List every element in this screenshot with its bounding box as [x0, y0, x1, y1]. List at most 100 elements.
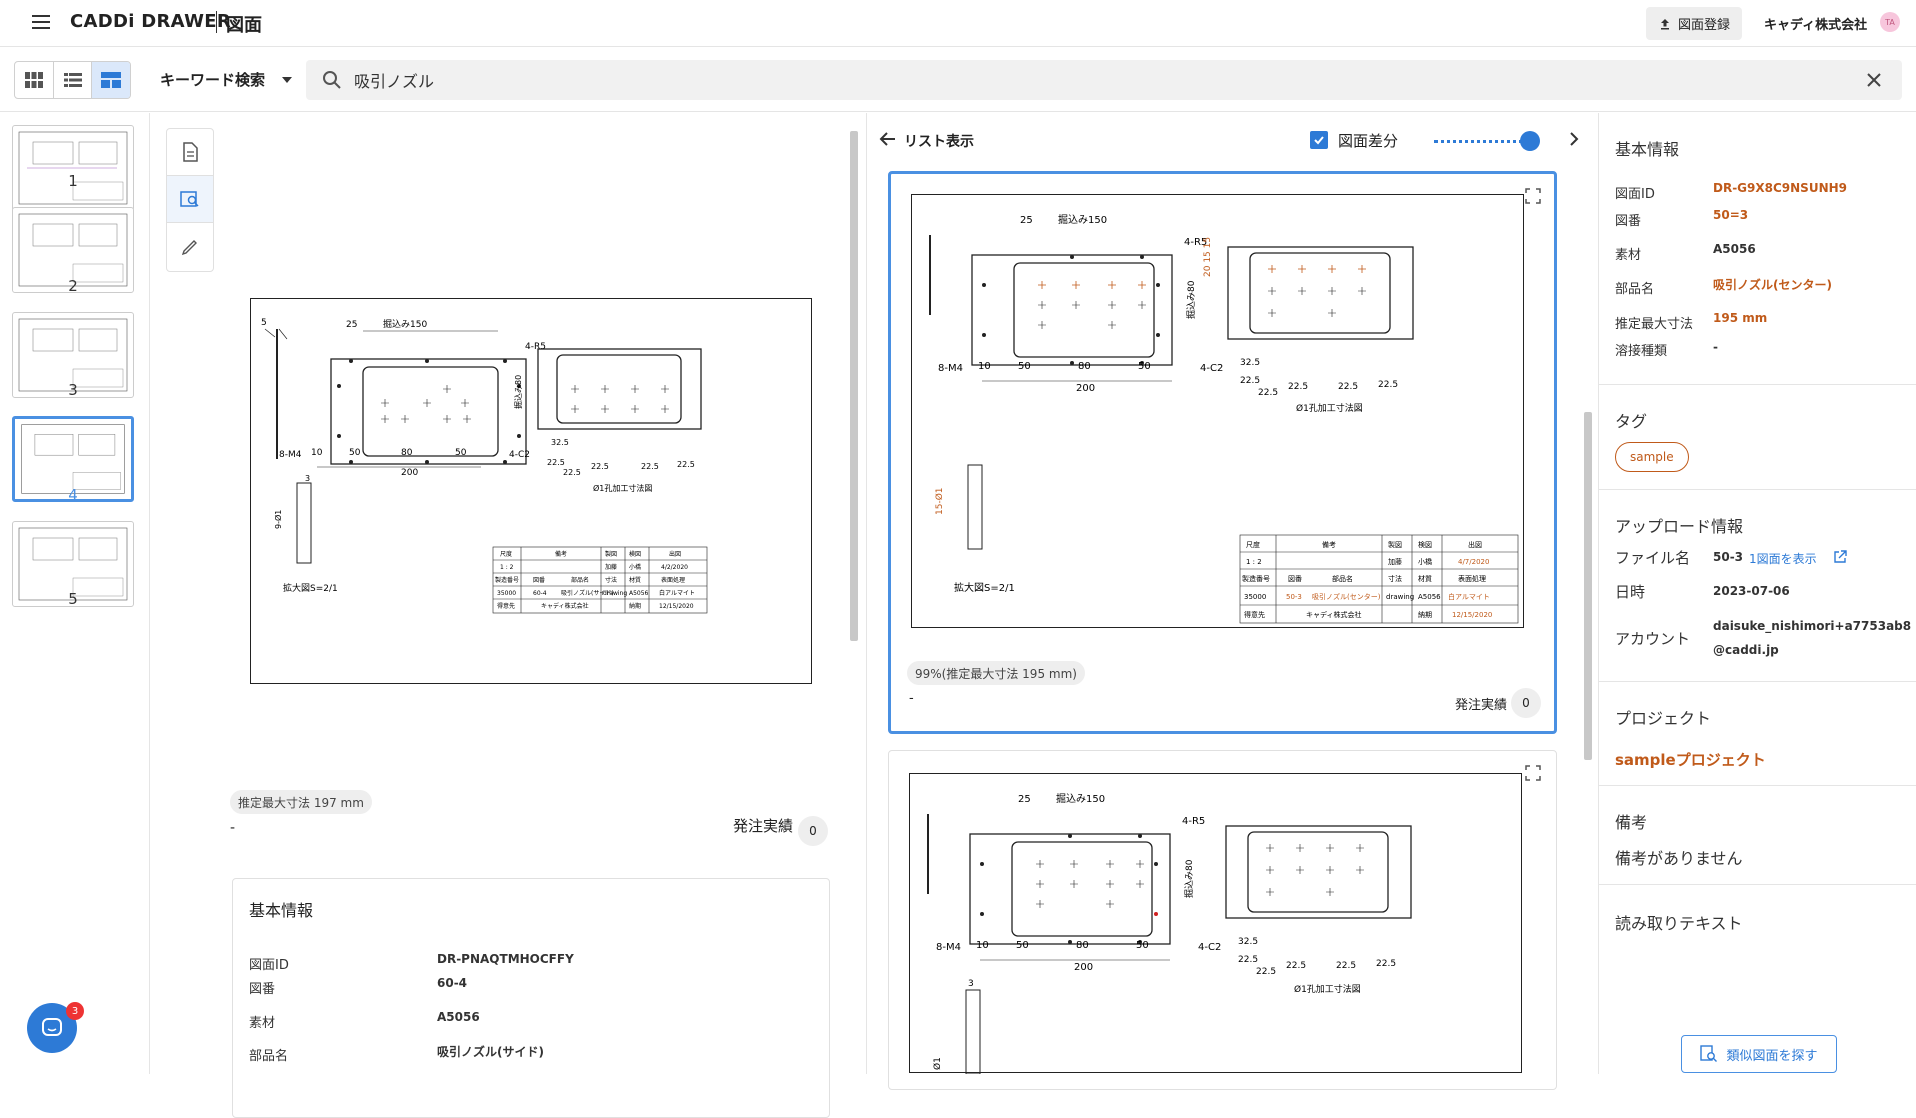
page-number: 3 — [68, 381, 78, 399]
order-history-count[interactable]: 0 — [1511, 688, 1541, 718]
file-name-value: 50-3 — [1713, 550, 1744, 564]
list-icon — [63, 73, 82, 87]
close-icon[interactable] — [1864, 70, 1884, 90]
info-value: 吸引ノズル(サイド) — [437, 1045, 544, 1059]
chevron-right-icon[interactable] — [1564, 129, 1584, 149]
title-block-cell: 製造番号 — [495, 576, 519, 584]
dim-label: 22.5 — [591, 462, 609, 471]
diff-checkbox[interactable] — [1310, 131, 1328, 149]
app-header: CADDi DRAWER 図面 図面登録 キャディ株式会社 TA — [0, 0, 1916, 47]
find-similar-label: 類似図面を探す — [1726, 1048, 1818, 1064]
title-block-cell: 35000 — [1244, 593, 1266, 601]
title-block-cell: 寸法 — [605, 576, 617, 584]
info-label: 推定最大寸法 — [1615, 317, 1694, 332]
dim-label: 50 — [1018, 361, 1031, 372]
avatar[interactable]: TA — [1880, 12, 1900, 32]
scroll-thumb[interactable] — [1584, 412, 1592, 760]
project-link[interactable]: sampleプロジェクト — [1615, 749, 1766, 770]
technical-drawing: 掘込み150 25 4-R5 8-M4 10 50 80 50 200 4-C2… — [927, 792, 1412, 1075]
page-title: 図面 — [226, 15, 262, 36]
register-drawing-button[interactable]: 図面登録 — [1646, 7, 1742, 40]
title-block-cell: 材質 — [1418, 574, 1432, 583]
dim-label: 50 — [1136, 940, 1149, 951]
arrow-left-icon[interactable] — [878, 129, 898, 149]
date-value: 2023-07-06 — [1713, 584, 1790, 598]
dim-label: 25 — [346, 320, 357, 330]
menu-icon[interactable] — [28, 12, 56, 34]
scroll-thumb[interactable] — [850, 131, 858, 641]
split-view-button[interactable] — [92, 62, 130, 98]
info-value: A5056 — [437, 1010, 480, 1024]
notes-value: 備考がありません — [1615, 849, 1743, 868]
title-block-cell: キャディ株式会社 — [1306, 610, 1362, 619]
right-scrollbar[interactable] — [1580, 170, 1596, 1074]
chevron-down-icon[interactable] — [282, 77, 292, 83]
info-label: 素材 — [249, 1016, 276, 1031]
left-scrollbar[interactable] — [846, 113, 862, 1074]
dim-label: 掘込み150 — [383, 318, 427, 330]
dim-label: 4-C2 — [1200, 363, 1223, 374]
dim-label: 50 — [455, 448, 467, 458]
dim-label: 22.5 — [1378, 380, 1398, 390]
check-icon — [1314, 136, 1324, 145]
dim-label: 掘込み80 — [1183, 859, 1195, 898]
similar-drawing-canvas[interactable]: 掘込み150 25 4-R5 8-M4 10 50 80 50 200 4-C2… — [911, 194, 1524, 628]
dim-label: Ø1孔加工寸法図 — [1296, 402, 1363, 414]
viewer-tools — [166, 128, 214, 272]
grid-icon — [24, 72, 43, 88]
info-label: 素材 — [1615, 248, 1642, 263]
find-similar-button[interactable]: 類似図面を探す — [1681, 1035, 1837, 1073]
title-block-cell: 表面処理 — [1458, 574, 1486, 583]
document-tool-button[interactable] — [167, 129, 213, 176]
similar-drawing-card[interactable]: 掘込み150 25 4-R5 8-M4 10 50 80 50 200 4-C2… — [888, 171, 1557, 734]
list-view-button[interactable] — [54, 62, 93, 98]
dim-label: 22.5 — [1258, 388, 1278, 398]
dim-label: 掘込み150 — [1058, 213, 1107, 226]
expand-icon[interactable] — [1525, 765, 1541, 781]
dim-label: 20 15 15 — [1203, 237, 1213, 277]
view-drawings-link[interactable]: 1図面を表示 — [1749, 550, 1817, 567]
info-value: DR-PNAQTMHOCFFY — [437, 952, 574, 966]
search-box — [306, 60, 1902, 100]
section-divider — [1599, 489, 1916, 490]
tag-chip[interactable]: sample — [1615, 442, 1689, 472]
technical-drawing: 掘込み150 25 4-R5 8-M4 10 50 80 50 200 4-C2… — [929, 213, 1519, 624]
title-block-cell: 出図 — [669, 550, 681, 558]
image-search-tool-button[interactable] — [167, 176, 213, 223]
title-block-cell: 納期 — [1418, 610, 1432, 619]
diff-slider-track[interactable] — [1434, 140, 1530, 144]
title-separator — [216, 11, 217, 33]
info-value: 60-4 — [437, 976, 468, 990]
dim-label: 22.5 — [1288, 382, 1308, 392]
ocr-text-title: 読み取りテキスト — [1615, 914, 1743, 933]
order-note: - — [909, 691, 914, 706]
document-icon — [183, 142, 198, 162]
dim-label: 200 — [1076, 383, 1095, 394]
similar-drawing-card[interactable]: 掘込み150 25 4-R5 8-M4 10 50 80 50 200 4-C2… — [888, 750, 1557, 1090]
split-view-icon — [101, 72, 122, 88]
list-view-link[interactable]: リスト表示 — [904, 131, 974, 151]
pen-tool-button[interactable] — [167, 223, 213, 270]
diff-slider-thumb[interactable] — [1520, 131, 1540, 151]
grid-view-button[interactable] — [15, 62, 54, 98]
expand-icon[interactable] — [1525, 188, 1541, 204]
project-title: プロジェクト — [1615, 709, 1712, 728]
search-input[interactable] — [354, 67, 1834, 93]
order-history-count[interactable]: 0 — [798, 816, 828, 846]
dim-label: 22.5 — [1376, 959, 1396, 969]
similar-drawing-canvas[interactable]: 掘込み150 25 4-R5 8-M4 10 50 80 50 200 4-C2… — [909, 773, 1522, 1075]
drawing-canvas[interactable]: 5 掘込み150 25 4-R5 8-M4 10 50 80 50 200 4-… — [250, 298, 812, 684]
search-mode-select[interactable]: キーワード検索 — [160, 69, 265, 90]
title-block-cell: 吸引ノズル(センター) — [1312, 592, 1381, 601]
page-number: 1 — [68, 172, 78, 190]
dim-label: 掘込み150 — [1056, 792, 1105, 805]
page-thumbnail[interactable] — [12, 125, 134, 211]
dim-label: 80 — [1078, 361, 1091, 372]
part-name-value: 吸引ノズル(センター) — [1713, 278, 1832, 292]
company-name[interactable]: キャディ株式会社 — [1764, 14, 1867, 33]
dim-label: 50 — [1016, 940, 1029, 951]
external-link-icon[interactable] — [1833, 550, 1847, 564]
upload-info-title: アップロード情報 — [1615, 517, 1744, 536]
app-title[interactable]: CADDi DRAWER — [70, 11, 231, 32]
title-block-cell: 小橋 — [1418, 557, 1432, 566]
